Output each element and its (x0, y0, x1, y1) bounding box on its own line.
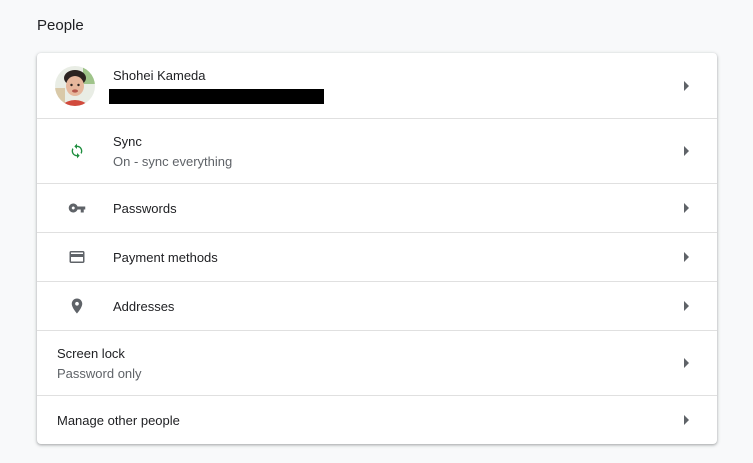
screen-lock-arrow-icon[interactable] (681, 358, 691, 368)
location-pin-icon (71, 298, 83, 314)
profile-arrow-icon[interactable] (681, 80, 691, 91)
addresses-row[interactable]: Addresses (37, 281, 717, 330)
addresses-icon-slot (37, 297, 113, 315)
sync-row[interactable]: Sync On - sync everything (37, 118, 717, 183)
passwords-text: Passwords (113, 200, 717, 217)
avatar-image (55, 65, 95, 106)
passwords-arrow-icon[interactable] (681, 203, 691, 213)
screen-lock-label: Screen lock (57, 345, 125, 361)
screen-lock-row[interactable]: Screen lock Password only (37, 330, 717, 395)
payment-text: Payment methods (113, 249, 717, 266)
addresses-text: Addresses (113, 298, 717, 315)
section-title-people: People (37, 17, 84, 34)
payment-arrow-icon[interactable] (681, 252, 691, 262)
sync-text: Sync On - sync everything (113, 133, 717, 170)
sync-label: Sync (113, 133, 142, 149)
sync-icon (71, 143, 83, 159)
people-card: Shohei Kameda Sync On - sync everything (37, 53, 717, 444)
profile-row[interactable]: Shohei Kameda (37, 53, 717, 118)
manage-people-label: Manage other people (57, 412, 180, 428)
key-icon (68, 203, 86, 213)
avatar-slot (37, 65, 113, 106)
profile-text: Shohei Kameda (109, 67, 717, 104)
sync-icon-slot (37, 142, 113, 160)
addresses-arrow-icon[interactable] (681, 301, 691, 311)
screen-lock-status: Password only (57, 365, 142, 381)
manage-other-people-row[interactable]: Manage other people (37, 395, 717, 444)
redacted-email-block (109, 89, 324, 104)
payment-methods-row[interactable]: Payment methods (37, 232, 717, 281)
passwords-icon-slot (37, 199, 113, 217)
passwords-row[interactable]: Passwords (37, 183, 717, 232)
sync-arrow-icon[interactable] (681, 146, 691, 156)
addresses-label: Addresses (113, 298, 175, 314)
manage-people-arrow-icon[interactable] (681, 415, 691, 425)
payment-label: Payment methods (113, 249, 218, 265)
credit-card-icon (69, 251, 85, 263)
screen-lock-text: Screen lock Password only (37, 345, 717, 382)
profile-name: Shohei Kameda (113, 68, 206, 83)
payment-icon-slot (37, 248, 113, 266)
manage-people-text: Manage other people (37, 412, 717, 429)
avatar (55, 65, 95, 106)
passwords-label: Passwords (113, 200, 177, 216)
sync-status: On - sync everything (113, 153, 233, 169)
